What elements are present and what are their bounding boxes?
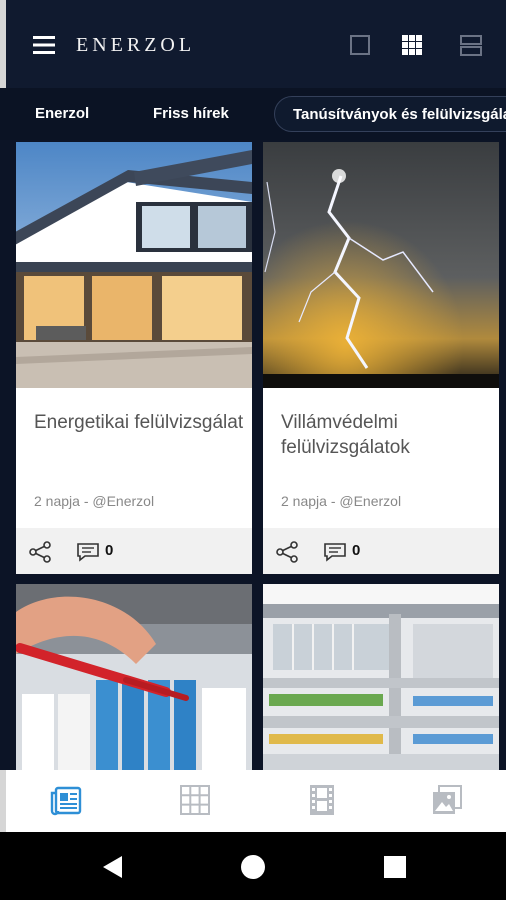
video-film-icon[interactable] bbox=[305, 783, 339, 817]
card-title[interactable]: Villámvédelmi felülvizsgálatok bbox=[281, 410, 491, 460]
tab-friss-hirek[interactable]: Friss hírek bbox=[153, 96, 229, 132]
electrical-cabinet-photo bbox=[263, 584, 499, 770]
list-view-icon[interactable] bbox=[459, 33, 483, 57]
recents-icon[interactable] bbox=[382, 854, 408, 880]
hamburger-menu-icon[interactable] bbox=[32, 33, 56, 57]
card-title[interactable]: Energetikai felülvizsgálat bbox=[34, 410, 244, 435]
article-card[interactable]: Villámvédelmi felülvizsgálatok 2 napja -… bbox=[263, 142, 499, 574]
system-navigation-bar bbox=[0, 832, 506, 900]
category-tabs: Enerzol Friss hírek Tanúsítványok és fel… bbox=[0, 88, 506, 140]
card-meta: 2 napja - @Enerzol bbox=[34, 493, 155, 509]
back-icon[interactable] bbox=[100, 854, 126, 880]
home-icon[interactable] bbox=[240, 854, 266, 880]
comment-icon[interactable] bbox=[76, 542, 100, 562]
lightning-storm-photo bbox=[263, 142, 499, 388]
grid-icon[interactable] bbox=[178, 783, 212, 817]
tab-enerzol[interactable]: Enerzol bbox=[35, 96, 89, 132]
share-icon[interactable] bbox=[28, 540, 52, 564]
card-meta: 2 napja - @Enerzol bbox=[281, 493, 402, 509]
single-view-icon[interactable] bbox=[348, 33, 372, 57]
electrical-tester-photo bbox=[16, 584, 252, 770]
card-footer: 0 bbox=[263, 528, 499, 574]
news-icon[interactable] bbox=[50, 783, 84, 817]
gallery-icon[interactable] bbox=[430, 783, 464, 817]
modern-house-photo bbox=[16, 142, 252, 388]
article-card[interactable]: Energetikai felülvizsgálat 2 napja - @En… bbox=[16, 142, 252, 574]
bottom-navigation bbox=[0, 770, 506, 832]
card-footer: 0 bbox=[16, 528, 252, 574]
share-icon[interactable] bbox=[275, 540, 299, 564]
comment-count: 0 bbox=[352, 542, 361, 559]
comment-count: 0 bbox=[105, 542, 114, 559]
grid-view-icon[interactable] bbox=[400, 33, 424, 57]
card-grid: Energetikai felülvizsgálat 2 napja - @En… bbox=[0, 140, 506, 770]
article-card[interactable] bbox=[16, 584, 252, 770]
tab-tanusitvanyok[interactable]: Tanúsítványok és felülvizsgálatok bbox=[274, 96, 506, 132]
brand-title: ENERZOL bbox=[76, 34, 196, 56]
app-bar: ENERZOL bbox=[0, 0, 506, 88]
article-card[interactable] bbox=[263, 584, 499, 770]
comment-icon[interactable] bbox=[323, 542, 347, 562]
